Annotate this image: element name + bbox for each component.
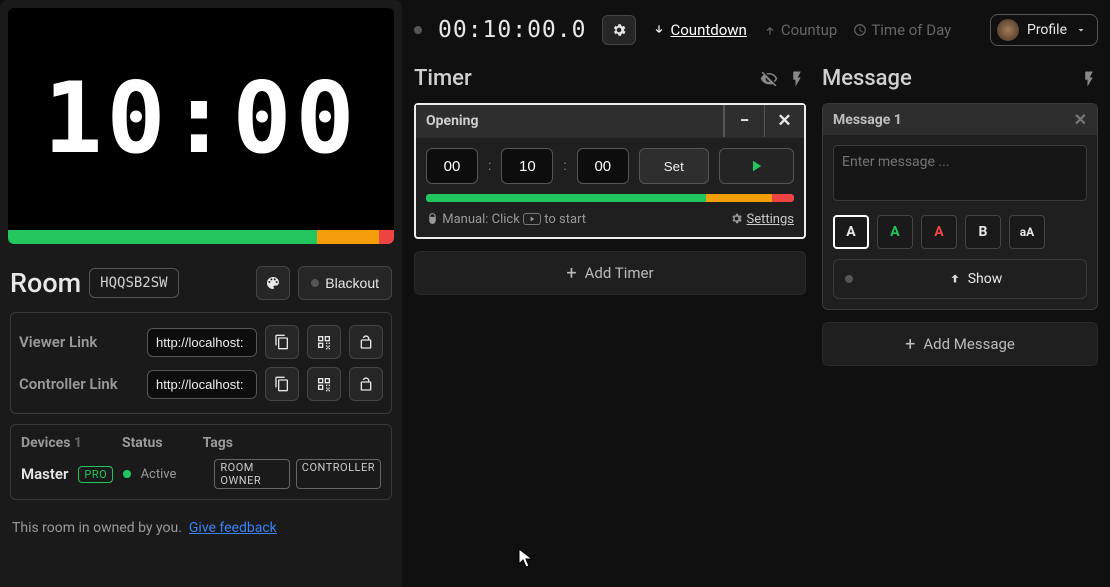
viewer-lock-button[interactable] [349,325,383,359]
qr-icon [316,334,332,350]
feedback-link[interactable]: Give feedback [189,520,277,536]
gear-small-icon [730,212,743,225]
viewer-copy-button[interactable] [265,325,299,359]
controller-link-input[interactable] [147,370,257,399]
mode-countdown[interactable]: Countdown [652,21,746,39]
top-bar: 00:10:00.0 Countdown Countup Time of Day… [414,10,1098,50]
color-white-button[interactable]: A [833,215,869,249]
mode-timeofday[interactable]: Time of Day [853,21,951,39]
settings-button[interactable] [602,15,636,45]
gear-icon [611,22,627,38]
show-row: Show [833,259,1087,299]
play-small-icon [523,213,541,225]
chevron-down-icon [1075,24,1087,36]
blackout-status-dot [311,279,319,287]
bold-button[interactable]: B [965,215,1001,249]
hours-input[interactable] [426,148,478,184]
blackout-button[interactable]: Blackout [298,266,392,300]
cursor-icon [518,548,534,568]
viewer-link-label: Viewer Link [19,333,139,351]
seconds-input[interactable] [577,148,629,184]
unlock-icon [358,334,374,350]
room-title: Room [10,267,81,299]
devices-box: Devices 1 Status Tags Master PRO Active … [10,424,392,500]
controller-copy-button[interactable] [265,367,299,401]
devices-header: Devices 1 Status Tags [21,435,381,451]
room-header: Room HQQSB2SW Blackout [0,252,402,312]
timer-name[interactable]: Opening [416,105,724,137]
device-status: Active [141,467,177,482]
message-card: Message 1 ✕ A A A B aA [822,103,1098,310]
flash-icon[interactable] [788,70,806,88]
room-code[interactable]: HQQSB2SW [89,268,178,298]
top-time: 00:10:00.0 [438,17,586,43]
timer-progress [426,194,794,202]
message-section-header: Message [822,66,1098,91]
timer-column: Timer Opening − ✕ : : [414,66,806,295]
left-panel: 10:00 Room HQQSB2SW Blackout Viewer Link… [0,0,402,587]
profile-menu[interactable]: Profile [990,14,1098,46]
show-button[interactable]: Show [864,271,1086,287]
play-button[interactable] [719,148,794,184]
viewer-link-input[interactable] [147,328,257,357]
unlock-icon [358,376,374,392]
color-green-button[interactable]: A [877,215,913,249]
device-name: Master [21,465,68,483]
controller-link-row: Controller Link [19,363,383,405]
mouse-icon [426,212,439,225]
message-textarea[interactable] [833,145,1087,201]
device-plan-badge: PRO [78,466,113,483]
device-row: Master PRO Active ROOM OWNER CONTROLLER [21,459,381,489]
qr-icon [316,376,332,392]
timer-card: Opening − ✕ : : Set [414,103,806,239]
visibility-off-icon[interactable] [760,70,778,88]
preview-progress-bar [8,230,394,244]
flash-icon[interactable] [1080,70,1098,88]
device-tags: ROOM OWNER CONTROLLER [214,459,381,489]
links-box: Viewer Link Controller Link [10,312,392,414]
add-timer-button[interactable]: +Add Timer [414,251,806,295]
ownership-text: This room in owned by you. Give feedback [0,510,402,546]
message-status-dot [845,275,853,283]
time-inputs: : : Set [426,148,794,184]
timer-minimize-button[interactable]: − [724,105,764,137]
arrow-up-icon [763,23,777,37]
mode-countup[interactable]: Countup [763,21,837,39]
avatar [997,19,1019,41]
copy-icon [274,334,290,350]
case-button[interactable]: aA [1009,215,1045,249]
clock-icon [853,23,867,37]
blackout-label: Blackout [325,275,379,291]
controller-link-label: Controller Link [19,375,139,393]
right-panel: 00:10:00.0 Countdown Countup Time of Day… [402,0,1110,587]
timer-close-button[interactable]: ✕ [764,105,804,137]
play-icon [747,157,765,175]
palette-icon [265,275,281,291]
message-close-button[interactable]: ✕ [1074,110,1087,129]
minutes-input[interactable] [501,148,553,184]
timer-section-header: Timer [414,66,806,91]
preview-time: 10:00 [8,8,394,230]
arrow-up-icon [948,272,962,286]
controller-lock-button[interactable] [349,367,383,401]
timer-settings-link[interactable]: Settings [747,212,794,227]
message-column: Message Message 1 ✕ A A A B [822,66,1098,366]
status-dot [414,26,422,34]
arrow-down-icon [652,23,666,37]
add-message-button[interactable]: +Add Message [822,322,1098,366]
copy-icon [274,376,290,392]
color-red-button[interactable]: A [921,215,957,249]
set-button[interactable]: Set [639,148,709,184]
timer-preview: 10:00 [8,8,394,244]
timer-footer: Manual: Click to start Settings [416,212,804,237]
theme-palette-button[interactable] [256,266,290,300]
controller-qr-button[interactable] [307,367,341,401]
viewer-qr-button[interactable] [307,325,341,359]
viewer-link-row: Viewer Link [19,321,383,363]
message-name[interactable]: Message 1 [833,112,902,128]
device-status-dot [123,470,130,478]
format-row: A A A B aA [833,215,1087,249]
